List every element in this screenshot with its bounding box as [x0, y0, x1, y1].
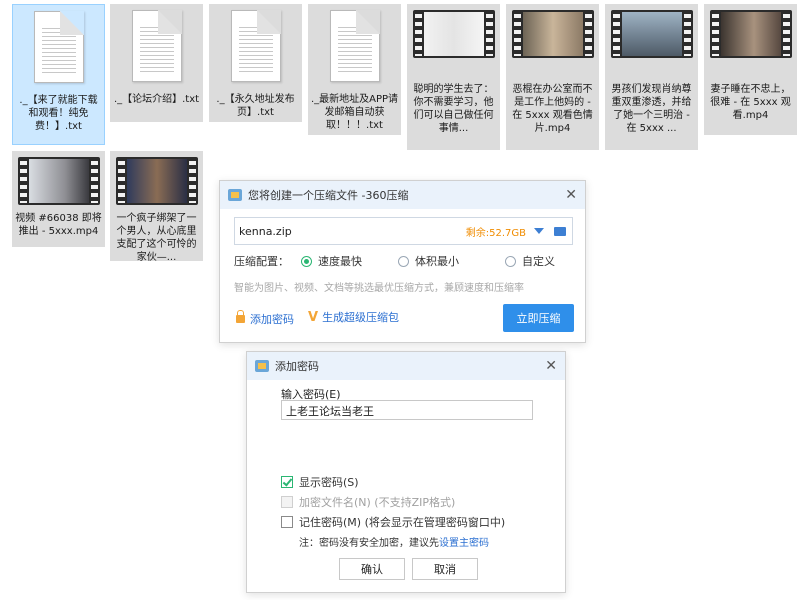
- config-row: 压缩配置： 速度最快 体积最小 自定义: [234, 253, 555, 269]
- super-package-link[interactable]: V 生成超级压缩包: [308, 309, 399, 325]
- file-item-9[interactable]: 视频 #66038 即将推出 - 5xxx.mp4: [12, 151, 105, 247]
- show-password-row[interactable]: 显示密码(S): [281, 474, 359, 490]
- file-item-3[interactable]: ._【永久地址发布页】.txt: [209, 4, 302, 122]
- file-item-1[interactable]: ._【来了就能下载和观看！纯免费！】.txt: [12, 4, 105, 145]
- checkbox-disabled-icon: [281, 496, 293, 508]
- archive-icon: [255, 360, 269, 372]
- option-label: 速度最快: [318, 255, 362, 268]
- file-name: 恶棍在办公室而不是工作上他妈的 - 在 5xxx 观看色情片.mp4: [512, 84, 593, 134]
- show-password-label: 显示密码(S): [299, 476, 359, 489]
- file-name: 聪明的学生去了：你不需要学习，他们可以自己做任何事情...: [413, 84, 494, 134]
- set-master-password-link[interactable]: 设置主密码: [439, 534, 489, 549]
- password-input[interactable]: 上老王论坛当老王: [281, 400, 533, 420]
- encrypt-filename-row: 加密文件名(N) (不支持ZIP格式): [281, 494, 455, 510]
- password-dialog-titlebar[interactable]: 添加密码 ✕: [247, 352, 565, 380]
- folder-icon[interactable]: [554, 226, 566, 236]
- file-item-2[interactable]: ._【论坛介绍】.txt: [110, 4, 203, 122]
- text-file-icon: [230, 10, 281, 82]
- file-item-6[interactable]: 恶棍在办公室而不是工作上他妈的 - 在 5xxx 观看色情片.mp4: [506, 4, 599, 150]
- text-file-icon: [131, 10, 182, 82]
- file-item-8[interactable]: 妻子睡在不忠上，很难 - 在 5xxx 观看.mp4: [704, 4, 797, 135]
- file-name: ._【论坛介绍】.txt: [113, 94, 200, 105]
- archive-name-field[interactable]: kenna.zip 剩余:52.7GB: [234, 217, 573, 245]
- ok-button[interactable]: 确认: [339, 558, 405, 580]
- cancel-button[interactable]: 取消: [412, 558, 478, 580]
- file-name: 男孩们发现肖纳尊重双重渗透，并给了她一个三明治 - 在 5xxx ...: [611, 84, 692, 134]
- option-label: 体积最小: [415, 255, 459, 268]
- file-name: 妻子睡在不忠上，很难 - 在 5xxx 观看.mp4: [710, 84, 791, 121]
- video-thumbnail: [115, 157, 198, 205]
- compress-dialog-titlebar[interactable]: 您将创建一个压缩文件 -360压缩 ✕: [220, 181, 585, 209]
- file-name: ._【永久地址发布页】.txt: [216, 94, 295, 118]
- archive-name[interactable]: kenna.zip: [235, 225, 466, 238]
- file-name: ._最新地址及APP请发邮箱自动获取！！！.txt: [310, 94, 399, 131]
- chevron-down-icon[interactable]: [534, 228, 544, 234]
- file-item-10[interactable]: 一个疯子绑架了一个男人，从心底里支配了这个可怜的家伙—...: [110, 151, 203, 263]
- compress-dialog: 您将创建一个压缩文件 -360压缩 ✕ kenna.zip 剩余:52.7GB …: [219, 180, 586, 343]
- file-name: 一个疯子绑架了一个男人，从心底里支配了这个可怜的家伙—...: [116, 213, 197, 263]
- text-file-icon: [33, 11, 84, 83]
- compress-hint: 智能为图片、视频、文档等挑选最优压缩方式，兼顾速度和压缩率: [234, 283, 524, 294]
- option-smallest[interactable]: 体积最小: [398, 253, 459, 269]
- password-note: 注：密码没有安全加密，建议先 设置主密码: [299, 534, 489, 549]
- close-icon[interactable]: ✕: [565, 187, 577, 203]
- file-item-4[interactable]: ._最新地址及APP请发邮箱自动获取！！！.txt: [308, 4, 401, 135]
- remember-password-row[interactable]: 记住密码(M) (将会显示在管理密码窗口中): [281, 514, 505, 530]
- remember-password-label: 记住密码(M) (将会显示在管理密码窗口中): [299, 516, 506, 529]
- super-package-label: 生成超级压缩包: [322, 311, 400, 324]
- radio-icon[interactable]: [301, 255, 312, 267]
- encrypt-filename-label: 加密文件名(N) (不支持ZIP格式): [299, 496, 456, 509]
- option-label: 自定义: [522, 255, 555, 268]
- password-dialog: 添加密码 ✕ 输入密码(E) 上老王论坛当老王 显示密码(S) 加密文件名(N)…: [246, 351, 566, 593]
- close-icon[interactable]: ✕: [545, 358, 557, 374]
- file-name: 视频 #66038 即将推出 - 5xxx.mp4: [15, 213, 102, 237]
- video-thumbnail: [511, 10, 594, 58]
- file-name: ._【来了就能下载和观看！纯免费！】.txt: [19, 95, 98, 132]
- space-left: 剩余:52.7GB: [465, 227, 526, 239]
- checkbox-icon[interactable]: [281, 516, 293, 528]
- dialog-title: 您将创建一个压缩文件 -360压缩: [248, 189, 409, 202]
- v-icon: V: [308, 309, 319, 325]
- archive-icon: [228, 189, 242, 201]
- video-thumbnail: [17, 157, 100, 205]
- option-fastest[interactable]: 速度最快: [301, 253, 362, 269]
- checkbox-checked-icon[interactable]: [281, 476, 293, 488]
- dialog-title: 添加密码: [275, 360, 319, 373]
- add-password-link[interactable]: 添加密码: [236, 310, 294, 327]
- lock-icon: [236, 310, 245, 323]
- compress-now-button[interactable]: 立即压缩: [503, 304, 574, 332]
- add-password-label: 添加密码: [250, 313, 294, 326]
- video-thumbnail: [709, 10, 792, 58]
- file-item-7[interactable]: 男孩们发现肖纳尊重双重渗透，并给了她一个三明治 - 在 5xxx ...: [605, 4, 698, 150]
- option-custom[interactable]: 自定义: [505, 253, 555, 269]
- video-thumbnail: [412, 10, 495, 58]
- config-label: 压缩配置：: [234, 255, 289, 268]
- radio-icon[interactable]: [398, 255, 409, 267]
- file-item-5[interactable]: 聪明的学生去了：你不需要学习，他们可以自己做任何事情...: [407, 4, 500, 150]
- note-text: 注：密码没有安全加密，建议先: [299, 538, 439, 549]
- video-thumbnail: [610, 10, 693, 58]
- text-file-icon: [329, 10, 380, 82]
- radio-icon[interactable]: [505, 255, 516, 267]
